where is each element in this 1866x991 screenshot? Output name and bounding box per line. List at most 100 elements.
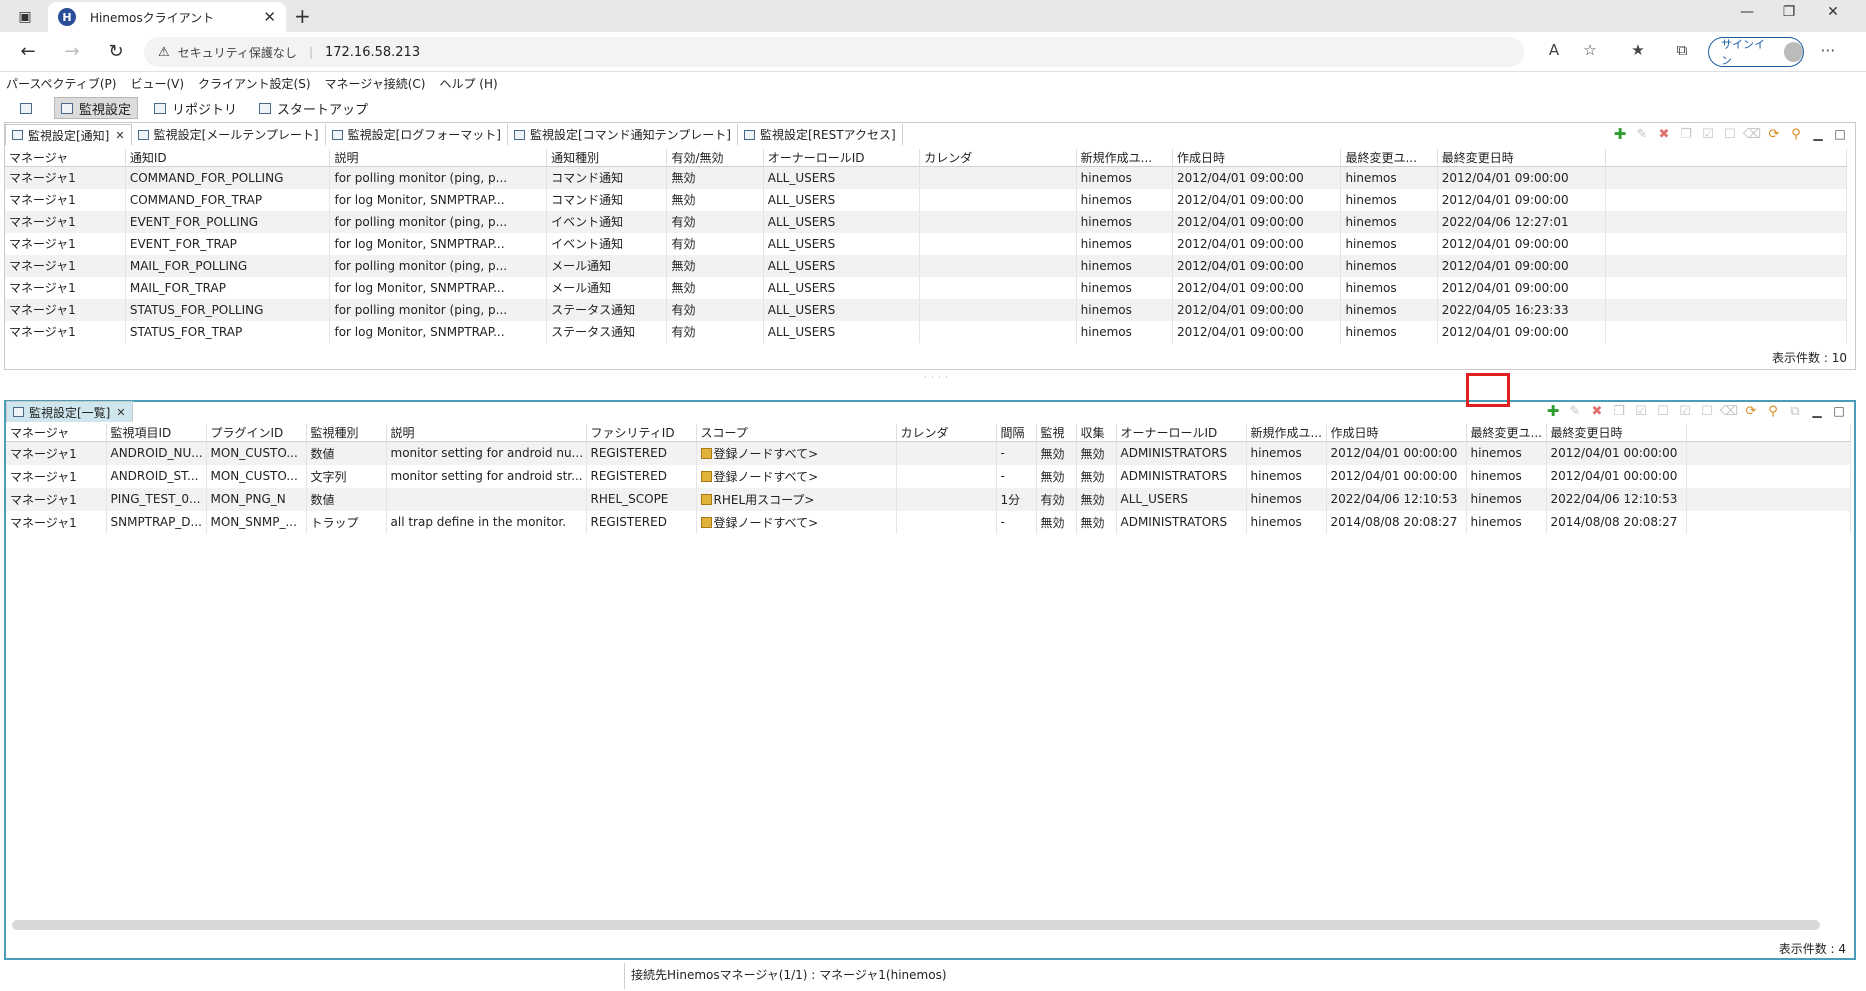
- column-header[interactable]: カレンダ: [896, 424, 997, 442]
- column-header[interactable]: マネージャ: [6, 424, 107, 442]
- tab-log-format[interactable]: 監視設定[ログフォーマット]: [326, 124, 508, 145]
- refresh-icon[interactable]: ⟳: [1740, 404, 1762, 419]
- column-header[interactable]: 監視項目ID: [106, 424, 207, 442]
- tab-notify[interactable]: 監視設定[通知] ✕: [5, 124, 132, 145]
- object-privilege-icon[interactable]: ⧉: [1784, 404, 1806, 419]
- clear-icon[interactable]: ⌫: [1741, 127, 1763, 142]
- add-monitor-icon[interactable]: ✚: [1542, 402, 1564, 420]
- column-header[interactable]: 最終変更ユ...: [1466, 424, 1547, 442]
- back-icon[interactable]: ←: [14, 40, 42, 64]
- column-header[interactable]: 新規作成ユ...: [1076, 149, 1173, 167]
- tab-rest-access[interactable]: 監視設定[RESTアクセス]: [738, 124, 903, 145]
- table-row[interactable]: マネージャ1 COMMAND_FOR_TRAP for log Monitor, S…: [5, 188, 1847, 211]
- column-header[interactable]: カレンダ: [919, 149, 1077, 167]
- edit-icon[interactable]: ✎: [1564, 404, 1586, 419]
- enable-icon[interactable]: ☑: [1697, 127, 1719, 142]
- column-header[interactable]: プラグインID: [206, 424, 307, 442]
- table-row[interactable]: マネージャ1 EVENT_FOR_POLLING for polling monit…: [5, 210, 1847, 233]
- column-header[interactable]: 説明: [329, 149, 548, 167]
- url-field[interactable]: ⚠ セキュリティ保護なし | 172.16.58.213: [144, 37, 1524, 67]
- read-aloud-icon[interactable]: A: [1542, 41, 1566, 59]
- perspective-startup[interactable]: スタートアップ: [253, 97, 374, 119]
- close-window-icon[interactable]: ✕: [1818, 4, 1848, 20]
- restore-icon[interactable]: ❐: [1774, 4, 1804, 20]
- table-row[interactable]: マネージャ1 STATUS_FOR_TRAP for log Monitor, SN…: [5, 320, 1847, 343]
- column-header[interactable]: 通知ID: [125, 149, 331, 167]
- add-favorite-icon[interactable]: ☆: [1578, 41, 1602, 59]
- column-header[interactable]: マネージャ: [5, 149, 126, 167]
- column-header[interactable]: 最終変更ユ...: [1340, 149, 1438, 167]
- column-header[interactable]: スコープ: [696, 424, 897, 442]
- menu-manager-connection[interactable]: マネージャ接続(C): [325, 75, 426, 92]
- add-icon[interactable]: ✚: [1609, 125, 1631, 143]
- column-header[interactable]: 最終変更日時: [1437, 149, 1607, 167]
- delete-icon[interactable]: ✖: [1586, 404, 1608, 419]
- refresh-icon[interactable]: ⟳: [1763, 127, 1785, 142]
- column-header[interactable]: オーナーロールID: [763, 149, 921, 167]
- collect-enable-icon[interactable]: ☑: [1674, 404, 1696, 419]
- table-row[interactable]: マネージャ1 MAIL_FOR_POLLING for polling monito…: [5, 254, 1847, 277]
- disable-icon[interactable]: ☐: [1719, 127, 1741, 142]
- maximize-view-icon[interactable]: □: [1828, 404, 1850, 418]
- column-header[interactable]: 作成日時: [1172, 149, 1342, 167]
- table-row[interactable]: マネージャ1 COMMAND_FOR_POLLING for polling mon…: [5, 166, 1847, 189]
- open-perspective-icon[interactable]: [14, 97, 44, 119]
- column-header[interactable]: 有効/無効: [666, 149, 764, 167]
- column-header[interactable]: ファシリティID: [586, 424, 697, 442]
- close-tab-icon[interactable]: ✕: [263, 8, 276, 26]
- edit-icon[interactable]: ✎: [1631, 127, 1653, 142]
- menu-perspective[interactable]: パースペクティブ(P): [6, 75, 116, 92]
- clear-icon[interactable]: ⌫: [1718, 404, 1740, 419]
- collect-disable-icon[interactable]: ☐: [1696, 404, 1718, 419]
- minimize-view-icon[interactable]: ▁: [1807, 127, 1829, 141]
- reload-icon[interactable]: ↻: [102, 40, 130, 64]
- tab-actions-icon[interactable]: ▣: [10, 6, 40, 28]
- tab-mail-template[interactable]: 監視設定[メールテンプレート]: [132, 124, 326, 145]
- table-row[interactable]: マネージャ1 SNMPTRAP_D... MON_SNMP_... トラップ all t…: [6, 510, 1851, 534]
- perspective-repository[interactable]: リポジトリ: [148, 97, 243, 119]
- menu-client-settings[interactable]: クライアント設定(S): [198, 75, 311, 92]
- copy-icon[interactable]: ❐: [1675, 127, 1697, 142]
- column-header[interactable]: 通知種別: [546, 149, 668, 167]
- browser-tab[interactable]: H Hinemosクライアント ✕: [48, 2, 286, 32]
- maximize-view-icon[interactable]: □: [1829, 127, 1851, 141]
- table-row[interactable]: マネージャ1 MAIL_FOR_TRAP for log Monitor, SNMP…: [5, 276, 1847, 299]
- column-header[interactable]: 作成日時: [1326, 424, 1467, 442]
- collections-icon[interactable]: ⧉: [1670, 41, 1694, 59]
- column-header[interactable]: 収集: [1076, 424, 1117, 442]
- menu-view[interactable]: ビュー(V): [130, 75, 184, 92]
- table-row[interactable]: マネージャ1 ANDROID_ST... MON_CUSTO... 文字列 monito…: [6, 464, 1851, 488]
- table-row[interactable]: マネージャ1 EVENT_FOR_TRAP for log Monitor, SNM…: [5, 232, 1847, 255]
- more-menu-icon[interactable]: ⋯: [1816, 41, 1840, 59]
- forward-icon[interactable]: →: [58, 40, 86, 64]
- menu-help[interactable]: ヘルプ (H): [439, 75, 497, 92]
- column-header[interactable]: 説明: [386, 424, 587, 442]
- horizontal-scrollbar[interactable]: [12, 920, 1820, 930]
- copy-icon[interactable]: ❐: [1608, 404, 1630, 419]
- column-header[interactable]: 新規作成ユ...: [1246, 424, 1327, 442]
- table-row[interactable]: マネージャ1 ANDROID_NU... MON_CUSTO... 数値 monitor…: [6, 441, 1851, 465]
- filter-icon[interactable]: ⚲: [1762, 404, 1784, 419]
- column-header[interactable]: 最終変更日時: [1546, 424, 1687, 442]
- minimize-view-icon[interactable]: ▁: [1806, 404, 1828, 418]
- column-header[interactable]: 間隔: [996, 424, 1037, 442]
- filter-icon[interactable]: ⚲: [1785, 127, 1807, 142]
- signin-button[interactable]: サインイン: [1708, 37, 1804, 67]
- column-header[interactable]: オーナーロールID: [1116, 424, 1247, 442]
- tab-command-template[interactable]: 監視設定[コマンド通知テンプレート]: [508, 124, 738, 145]
- column-header[interactable]: 監視: [1036, 424, 1077, 442]
- new-tab-icon[interactable]: +: [294, 4, 311, 28]
- column-header[interactable]: 監視種別: [306, 424, 387, 442]
- table-row[interactable]: マネージャ1 PING_TEST_0... MON_PNG_N 数値 RHEL_SCOP…: [6, 487, 1851, 511]
- tab-monitor-list[interactable]: 監視設定[一覧] ✕: [6, 401, 133, 422]
- minimize-icon[interactable]: —: [1732, 4, 1762, 20]
- perspective-monitor-settings[interactable]: 監視設定: [54, 97, 139, 119]
- delete-icon[interactable]: ✖: [1653, 127, 1675, 142]
- disable-icon[interactable]: ☐: [1652, 404, 1674, 419]
- sash-handle[interactable]: · · · ·: [924, 373, 949, 382]
- enable-icon[interactable]: ☑: [1630, 404, 1652, 419]
- table-row[interactable]: マネージャ1 STATUS_FOR_POLLING for polling moni…: [5, 298, 1847, 321]
- close-icon[interactable]: ✕: [116, 406, 125, 419]
- favorites-icon[interactable]: ★: [1626, 41, 1650, 59]
- close-icon[interactable]: ✕: [115, 129, 124, 142]
